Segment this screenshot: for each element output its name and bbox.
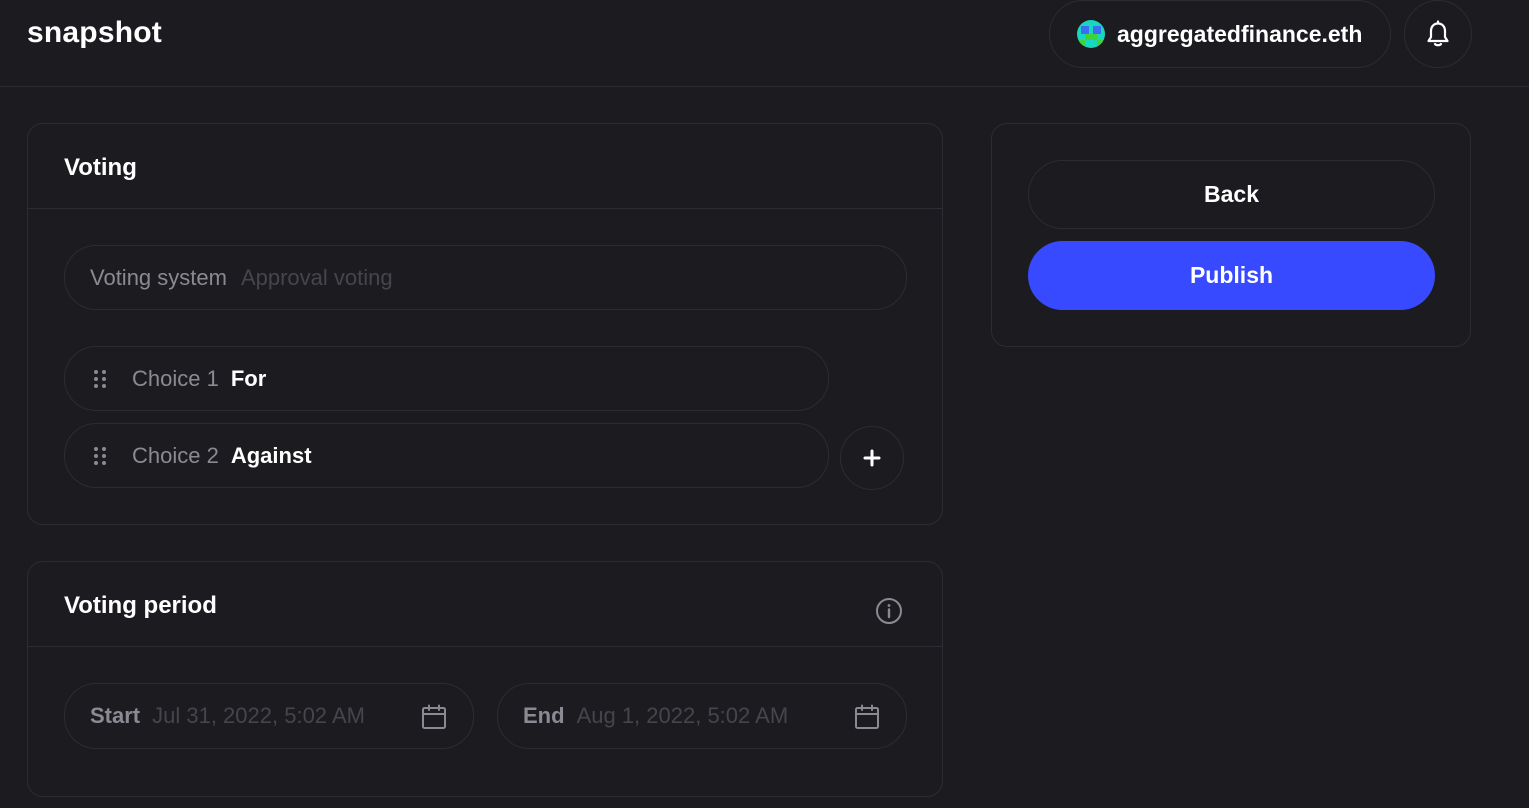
end-label: End [523, 703, 565, 728]
bell-icon [1427, 20, 1449, 47]
choice-1-label: Choice 1 [132, 365, 219, 391]
choice-2-field[interactable]: Choice 2 Against [64, 423, 829, 488]
start-date-value: Jul 31, 2022, 5:02 AM [152, 703, 365, 728]
account-avatar [1077, 20, 1105, 48]
voting-card-header: Voting [28, 124, 942, 209]
actions-card: Back Publish [991, 123, 1471, 347]
start-label: Start [90, 703, 141, 728]
account-button[interactable]: aggregatedfinance.eth [1049, 0, 1391, 68]
choice-1-value: For [230, 365, 267, 391]
voting-title: Voting [64, 154, 137, 181]
drag-handle-icon[interactable] [93, 446, 107, 466]
voting-system-value: Approval voting [240, 264, 393, 290]
voting-system-label: Voting system [90, 264, 227, 290]
choice-2-value: Against [230, 442, 312, 468]
voting-period-title: Voting period [64, 592, 217, 619]
voting-period-card: Voting period Start Jul 31, 2022, 5:02 A… [27, 561, 943, 797]
end-date-field[interactable]: End Aug 1, 2022, 5:02 AM [497, 683, 907, 749]
publish-button[interactable]: Publish [1028, 241, 1435, 310]
plus-icon [863, 449, 881, 467]
snapshot-logo[interactable]: snapshot [27, 16, 162, 50]
choice-2-label: Choice 2 [132, 442, 219, 468]
voting-system-select[interactable]: Voting system Approval voting [64, 245, 907, 310]
calendar-icon [855, 704, 879, 729]
top-bar: snapshot aggregatedfinance.eth [0, 0, 1529, 87]
voting-period-header: Voting period [28, 562, 942, 647]
drag-handle-icon[interactable] [93, 369, 107, 389]
add-choice-button[interactable] [840, 426, 904, 490]
account-name: aggregatedfinance.eth [1117, 20, 1363, 47]
calendar-icon [422, 704, 446, 729]
choice-1-field[interactable]: Choice 1 For [64, 346, 829, 411]
info-icon[interactable] [875, 597, 903, 625]
end-date-value: Aug 1, 2022, 5:02 AM [576, 703, 789, 728]
notifications-button[interactable] [1404, 0, 1472, 68]
start-date-field[interactable]: Start Jul 31, 2022, 5:02 AM [64, 683, 474, 749]
back-button[interactable]: Back [1028, 160, 1435, 229]
voting-card: Voting Voting system Approval voting Cho… [27, 123, 943, 525]
